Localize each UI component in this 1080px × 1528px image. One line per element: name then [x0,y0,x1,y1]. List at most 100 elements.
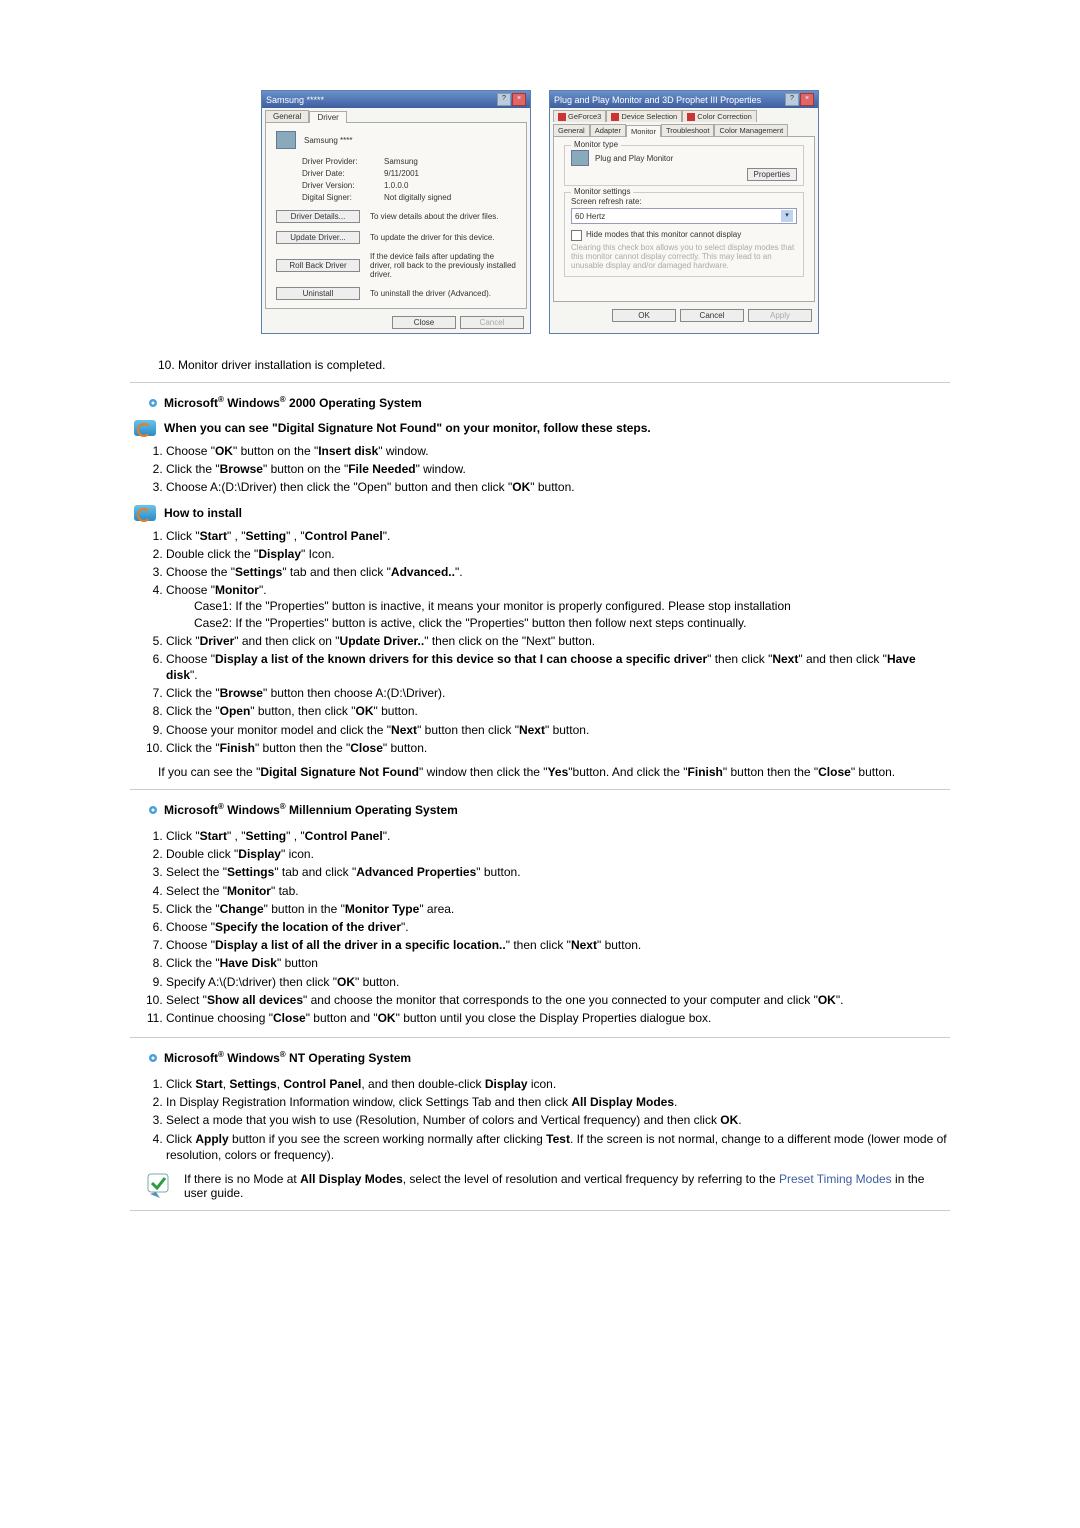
signer-label: Digital Signer: [302,193,384,202]
tab-general[interactable]: General [265,110,309,122]
cancel-button: Cancel [460,316,524,329]
list-item: Double click "Display" icon. [166,845,950,863]
help-icon[interactable]: ? [785,93,799,106]
list-item: Click the "Change" button in the "Monito… [166,900,950,918]
list-item: Click "Start" , "Setting" , "Control Pan… [166,527,950,545]
tab-general-2[interactable]: General [553,124,590,136]
divider [130,789,950,790]
divider [130,382,950,383]
hide-modes-description: Clearing this check box allows you to se… [571,243,797,270]
rollback-driver-button[interactable]: Roll Back Driver [276,259,360,272]
tab-troubleshoot[interactable]: Troubleshoot [661,124,715,136]
device-name: Samsung **** [304,136,352,145]
list-item: Double click the "Display" Icon. [166,545,950,563]
subhead-how-to-install: How to install [134,505,950,521]
subhead-text: How to install [164,506,242,520]
tab-monitor[interactable]: Monitor [626,125,661,137]
apply-button: Apply [748,309,812,322]
uninstall-button[interactable]: Uninstall [276,287,360,300]
help-icon[interactable]: ? [497,93,511,106]
version-value: 1.0.0.0 [384,181,408,190]
tab-driver[interactable]: Driver [309,111,346,123]
list-item: Choose "OK" button on the "Insert disk" … [166,442,950,460]
list-item: Choose "Specify the location of the driv… [166,918,950,936]
step-10-text: 10. Monitor driver installation is compl… [158,358,950,372]
nvidia-icon [611,113,619,121]
list-item: Click the "Browse" button on the "File N… [166,460,950,478]
monitor-settings-legend: Monitor settings [571,187,633,196]
cancel-button-2[interactable]: Cancel [680,309,744,322]
list-item: Click the "Browse" button then choose A:… [166,684,950,702]
list-item: Choose "Display a list of the known driv… [166,650,950,684]
preset-timing-link[interactable]: Preset Timing Modes [779,1172,892,1186]
section-title-text: Microsoft® Windows® Millennium Operating… [164,802,458,817]
ok-button[interactable]: OK [612,309,676,322]
list-item: Click "Driver" and then click on "Update… [166,632,950,650]
subhead-digital-signature: When you can see "Digital Signature Not … [134,420,950,436]
tab-color-management[interactable]: Color Management [714,124,788,136]
list-item: Choose A:(D:\Driver) then click the "Ope… [166,478,950,496]
close-button[interactable]: Close [392,316,456,329]
list-item: Click the "Have Disk" button [166,954,950,972]
list-item: Click Apply button if you see the screen… [166,1130,950,1164]
list-item: Select "Show all devices" and choose the… [166,991,950,1009]
tab-color-correction[interactable]: Color Correction [682,110,757,122]
list-item: Choose "Display a list of all the driver… [166,936,950,954]
hide-modes-checkbox[interactable] [571,230,582,241]
list-item: Continue choosing "Close" button and "OK… [166,1009,950,1027]
tab-geforce3-label: GeForce3 [568,112,601,121]
properties-button[interactable]: Properties [747,168,797,181]
driver-details-desc: To view details about the driver files. [370,212,499,221]
uninstall-desc: To uninstall the driver (Advanced). [370,289,491,298]
monitor-type-value: Plug and Play Monitor [595,154,673,163]
tab-colorcorr-label: Color Correction [697,112,752,121]
refresh-rate-value: 60 Hertz [575,212,605,221]
provider-label: Driver Provider: [302,157,384,166]
sig-steps-list: Choose "OK" button on the "Insert disk" … [130,442,950,497]
tab-adapter[interactable]: Adapter [590,124,626,136]
list-item: Click the "Open" button, then click "OK"… [166,702,950,720]
driver-details-button[interactable]: Driver Details... [276,210,360,223]
info-icon [134,420,156,436]
monitor-icon [571,150,589,166]
case-note: Case1: If the "Properties" button is ina… [194,598,950,614]
list-item: Click "Start" , "Setting" , "Control Pan… [166,827,950,845]
section-title-win2000: Microsoft® Windows® 2000 Operating Syste… [148,395,950,410]
dlg2-title: Plug and Play Monitor and 3D Prophet III… [554,95,761,105]
update-driver-desc: To update the driver for this device. [370,233,495,242]
nvidia-icon [558,113,566,121]
divider [130,1037,950,1038]
dlg1-title: Samsung ***** [266,95,324,105]
monitor-type-legend: Monitor type [571,140,621,149]
monitor-settings-group: Monitor settings Screen refresh rate: 60… [564,192,804,277]
driver-properties-dialog: Samsung ***** ? × General Driver Samsung… [261,90,531,334]
nt-note-text: If there is no Mode at All Display Modes… [184,1172,950,1200]
tab-geforce3[interactable]: GeForce3 [553,110,606,122]
monitor-icon [276,131,296,149]
me-steps-list: Click "Start" , "Setting" , "Control Pan… [130,827,950,1027]
tab-devsel-label: Device Selection [621,112,677,121]
info-icon [134,505,156,521]
rollback-driver-desc: If the device fails after updating the d… [370,252,516,279]
close-icon[interactable]: × [800,93,814,106]
howto-steps-list: Click "Start" , "Setting" , "Control Pan… [130,527,950,757]
list-item: Click Start, Settings, Control Panel, an… [166,1075,950,1093]
list-item: Select the "Settings" tab and click "Adv… [166,863,950,881]
bullet-icon [148,1053,158,1063]
refresh-rate-label: Screen refresh rate: [571,197,797,206]
list-item: Choose the "Settings" tab and then click… [166,563,950,581]
close-icon[interactable]: × [512,93,526,106]
display-properties-dialog: Plug and Play Monitor and 3D Prophet III… [549,90,819,334]
list-item: Choose "Monitor".Case1: If the "Properti… [166,581,950,632]
subhead-text: When you can see "Digital Signature Not … [164,421,651,435]
case-note: Case2: If the "Properties" button is act… [194,615,950,631]
tab-device-selection[interactable]: Device Selection [606,110,682,122]
section-title-text: Microsoft® Windows® 2000 Operating Syste… [164,395,422,410]
dlg2-titlebar: Plug and Play Monitor and 3D Prophet III… [550,91,818,108]
update-driver-button[interactable]: Update Driver... [276,231,360,244]
divider [130,1210,950,1211]
list-item: In Display Registration Information wind… [166,1093,950,1111]
chevron-down-icon: ▾ [781,210,793,222]
refresh-rate-select[interactable]: 60 Hertz ▾ [571,208,797,224]
nvidia-icon [687,113,695,121]
